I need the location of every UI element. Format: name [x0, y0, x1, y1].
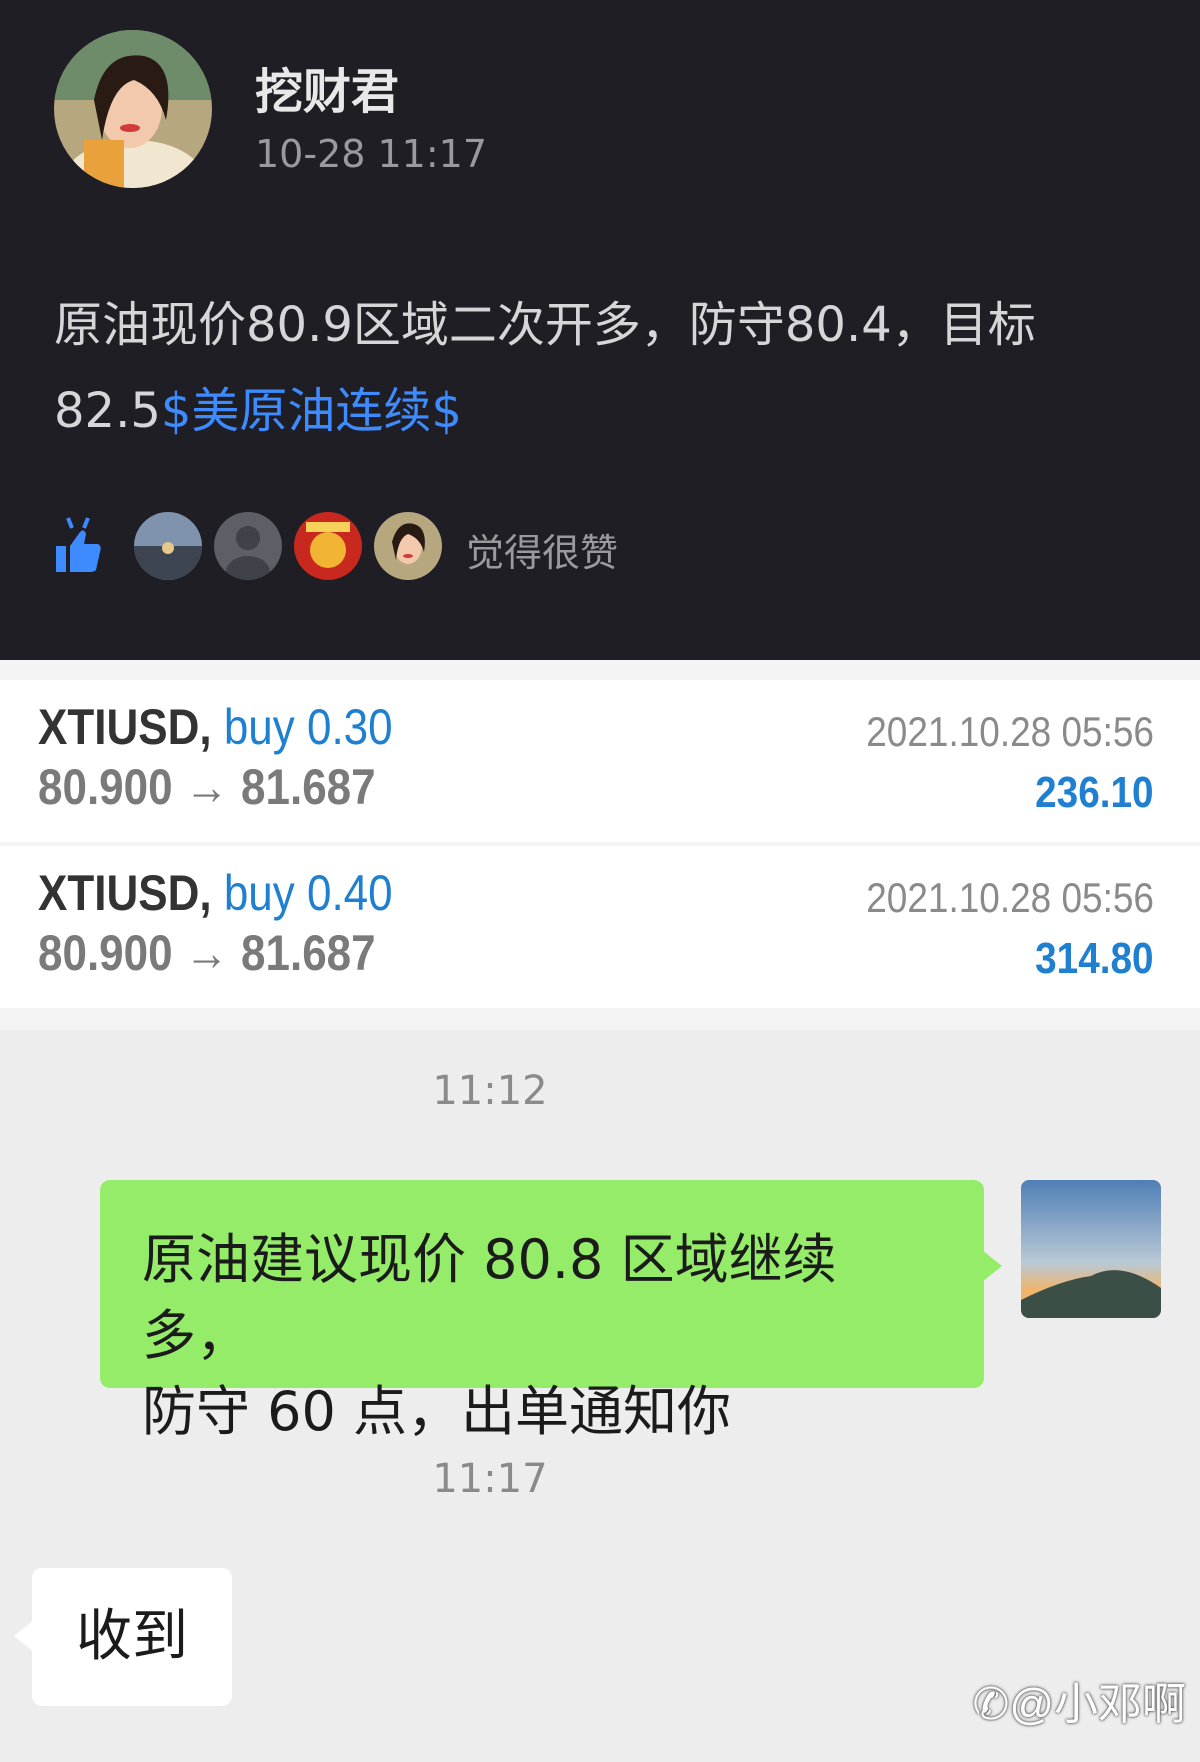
trade-symbol-line: XTIUSD, buy 0.40	[38, 864, 393, 922]
trade-prices: 80.900 → 81.687	[38, 759, 376, 815]
thumbs-up-icon[interactable]	[54, 514, 104, 578]
trade-profit: 314.80	[1035, 934, 1154, 983]
trade-time: 2021.10.28 05:56	[866, 708, 1154, 755]
author-name[interactable]: 挖财君	[255, 52, 399, 122]
trade-row[interactable]: XTIUSD, buy 0.30 80.900 → 81.687 2021.10…	[0, 680, 1200, 842]
incoming-message[interactable]: 收到	[14, 1568, 232, 1706]
trade-side: buy 0.40	[223, 865, 393, 921]
chat-timestamp: 11:17	[432, 1456, 548, 1502]
trade-side: buy 0.30	[223, 699, 393, 755]
trade-prices: 80.900 → 81.687	[38, 925, 376, 981]
watermark-text: @小邓啊	[1009, 1680, 1186, 1729]
chat-timestamp: 11:12	[432, 1068, 548, 1114]
trade-profit: 236.10	[1035, 768, 1154, 817]
liker-avatar[interactable]	[214, 512, 282, 580]
stock-tag-link[interactable]: $美原油连续$	[161, 383, 462, 439]
trade-list: XTIUSD, buy 0.30 80.900 → 81.687 2021.10…	[0, 660, 1200, 1030]
message-line: 防守 60 点，出单通知你	[142, 1380, 732, 1443]
post-text: 原油现价80.9区域二次开多，防守80.4，目标82.5$美原油连续$	[54, 282, 1164, 454]
post-card: 挖财君 10-28 11:17 原油现价80.9区域二次开多，防守80.4，目标…	[0, 0, 1200, 660]
liker-avatar[interactable]	[294, 512, 362, 580]
weibo-watermark: ✆@小邓啊	[972, 1668, 1186, 1732]
likes-row: 觉得很赞	[54, 512, 754, 582]
likes-label: 觉得很赞	[466, 531, 619, 575]
my-avatar[interactable]	[1021, 1180, 1161, 1318]
trade-time: 2021.10.28 05:56	[866, 874, 1154, 921]
weibo-logo-icon: ✆	[972, 1680, 1010, 1729]
liker-avatar[interactable]	[374, 512, 442, 580]
trade-symbol: XTIUSD,	[38, 699, 212, 755]
trade-symbol-line: XTIUSD, buy 0.30	[38, 698, 393, 756]
trade-symbol: XTIUSD,	[38, 865, 212, 921]
post-timestamp: 10-28 11:17	[255, 132, 488, 176]
message-line: 原油建议现价 80.8 区域继续多，	[142, 1228, 837, 1367]
author-avatar[interactable]	[54, 30, 212, 188]
liker-avatar[interactable]	[134, 512, 202, 580]
trade-row[interactable]: XTIUSD, buy 0.40 80.900 → 81.687 2021.10…	[0, 846, 1200, 1008]
outgoing-message[interactable]: 原油建议现价 80.8 区域继续多， 防守 60 点，出单通知你	[100, 1180, 1002, 1443]
